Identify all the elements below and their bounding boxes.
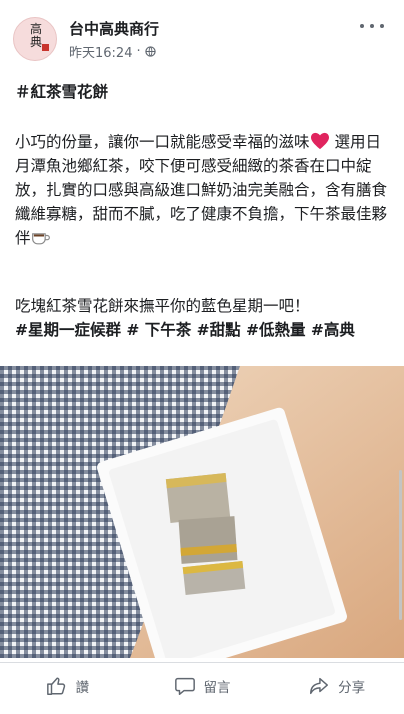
avatar-logo: 高 典 [29,22,42,49]
like-button[interactable]: 讚 [0,663,135,709]
post-paragraph: 小巧的份量，讓你一口就能感受幸福的滋味 選用日月潭魚池鄉紅茶，咬下便可感受細緻的… [15,130,387,250]
post-timestamp[interactable]: 昨天16:24 [69,42,132,61]
comment-label: 留言 [203,680,231,696]
post-actions: 讚 留言 分享 [0,662,404,709]
photo-illustration [0,366,404,658]
coffee-cup-icon [31,233,50,245]
post-line-3: 吃塊紅茶雪花餅來撫平你的藍色星期一吧！ [15,297,310,315]
scroll-indicator[interactable] [399,470,402,620]
thumbs-up-icon [46,677,65,695]
meta-separator: · [136,44,141,59]
more-icon[interactable] [360,20,384,32]
post-body: ＃紅茶雪花餅 小巧的份量，讓你一口就能感受幸福的滋味 選用日月潭魚池鄉紅茶，咬下… [15,80,387,342]
heart-icon [310,132,329,150]
post-line-1: 小巧的份量，讓你一口就能感受幸福的滋味 [15,133,310,151]
post-hashtags[interactable]: #星期一症候群 # 下午茶 #甜點 #低熱量 #高典 [15,318,387,342]
share-label: 分享 [338,680,366,696]
comment-bubble-icon [174,677,195,695]
page-name[interactable]: 台中高典商行 [69,18,159,39]
like-label: 讚 [75,680,90,696]
post-title: ＃紅茶雪花餅 [15,83,109,101]
seal-icon [42,44,49,51]
comment-button[interactable]: 留言 [135,663,270,709]
share-button[interactable]: 分享 [269,663,404,709]
share-arrow-icon [310,677,329,695]
post-photo[interactable] [0,366,404,658]
page-avatar[interactable]: 高 典 [13,17,57,61]
globe-icon [144,46,156,57]
post-header: 高 典 台中高典商行 昨天16:24 · [0,0,404,70]
post-meta: 昨天16:24 · [69,42,156,61]
